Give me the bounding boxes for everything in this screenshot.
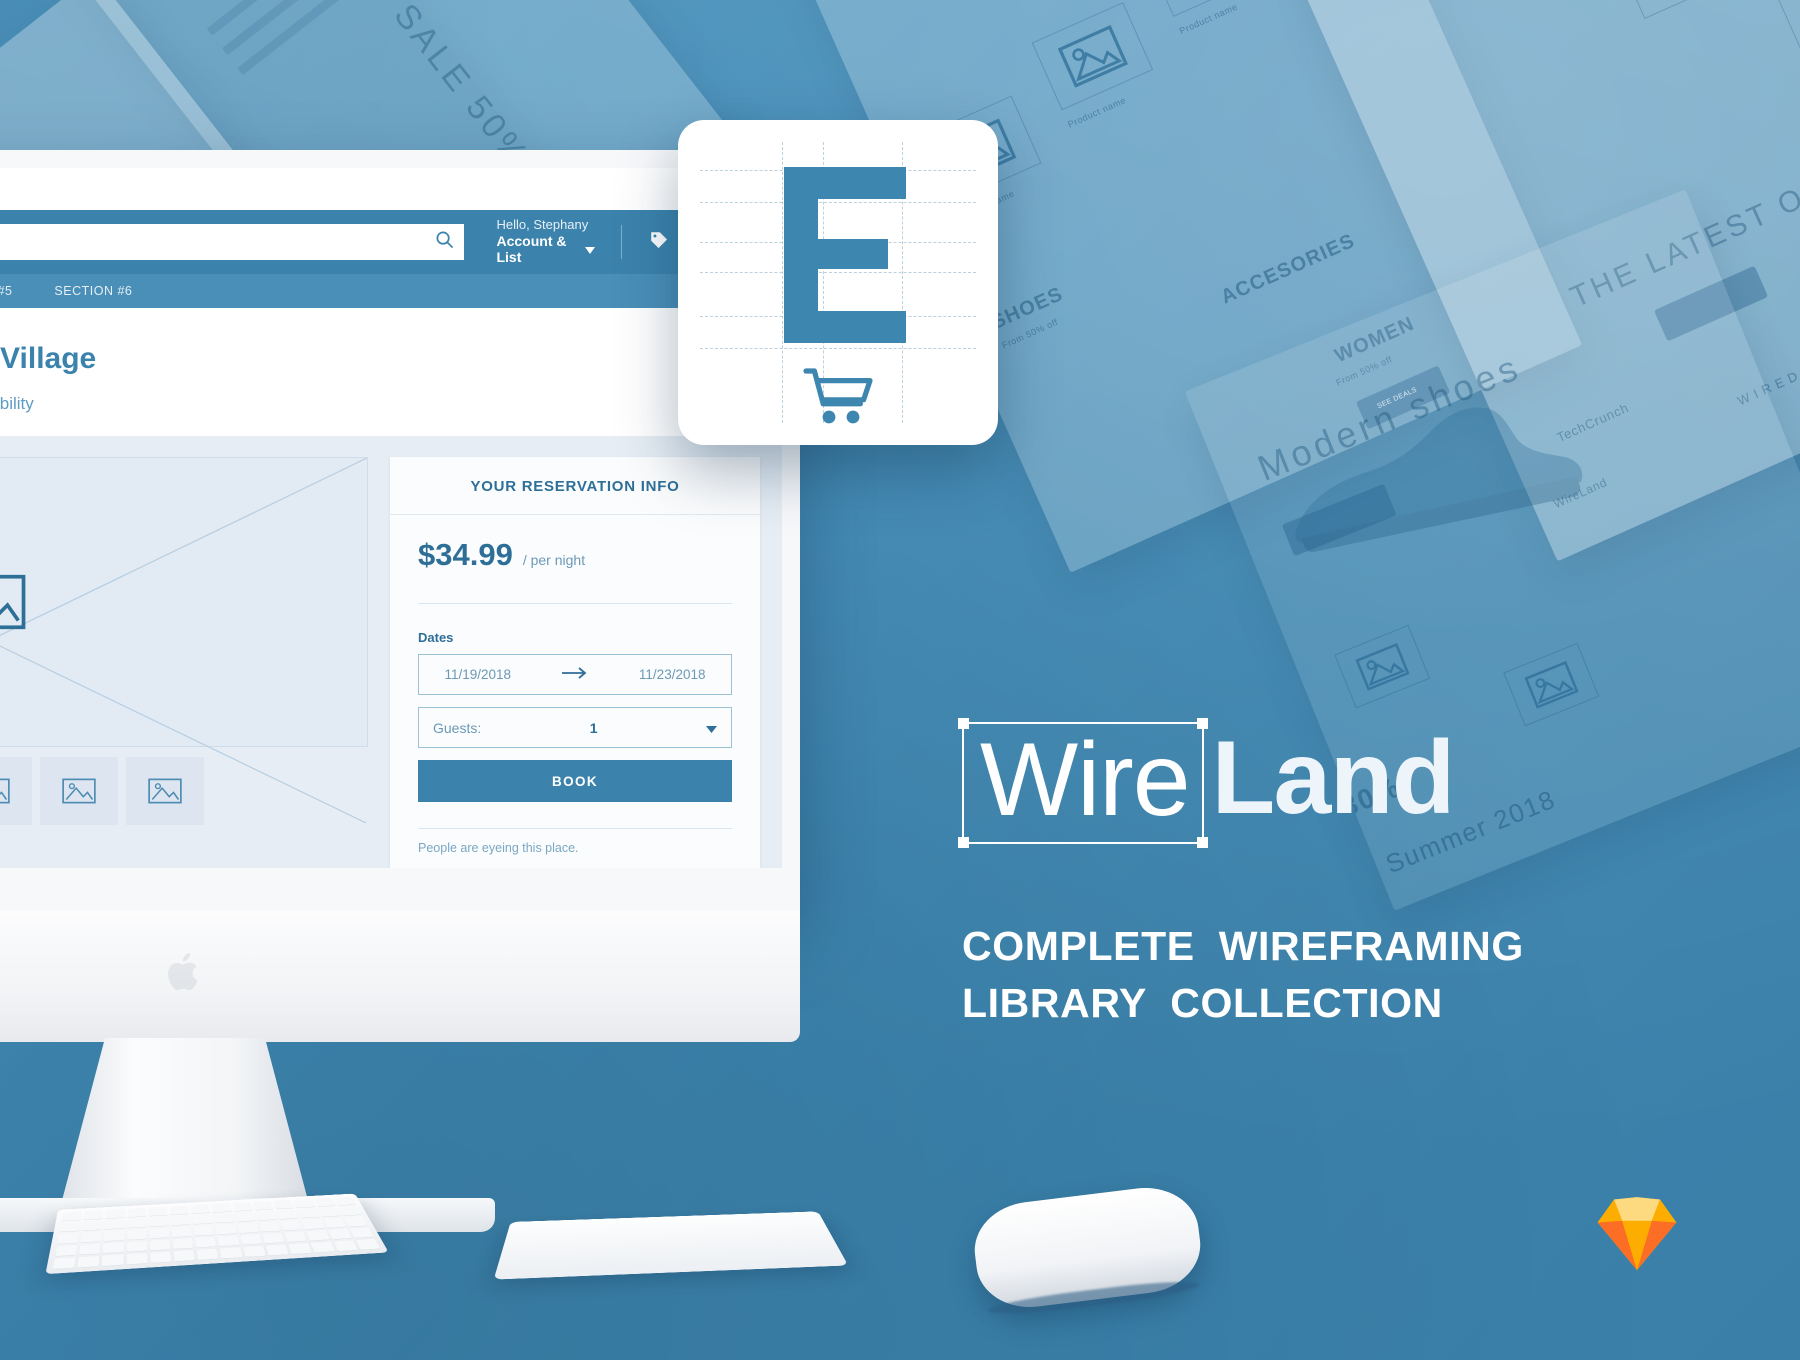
tagline-line-2: LIBRARY COLLECTION: [962, 979, 1443, 1026]
letter-e-glyph: [784, 167, 906, 343]
magic-trackpad: [493, 1211, 849, 1280]
date-end[interactable]: 11/23/2018: [639, 667, 706, 682]
account-menu[interactable]: Hello, Stephany Account & List: [496, 217, 596, 265]
apple-logo-icon: [168, 952, 198, 991]
book-button[interactable]: BOOK: [418, 760, 732, 802]
selection-handle-bottom-right: [1196, 837, 1208, 848]
chevron-down-icon[interactable]: [585, 241, 596, 257]
date-start[interactable]: 11/19/2018: [444, 667, 511, 682]
listing-tabs: Reviews Location Avalabili: [0, 382, 782, 437]
selection-handle-top-right: [1196, 718, 1208, 729]
imac-stand-neck: [60, 1038, 310, 1208]
note-line-1: People are eyeing this place.: [418, 841, 579, 855]
tab-availability-label: Avalability: [0, 394, 34, 413]
greeting-text: Hello, Stephany: [496, 217, 589, 233]
imac-screen: Hello, Stephany Account & List 5 SECTION…: [0, 168, 782, 868]
website-mockup: Hello, Stephany Account & List 5 SECTION…: [0, 168, 782, 868]
site-section-nav: ION #2 SECTION #3 SECTION #4 SECTION #5 …: [0, 274, 782, 308]
guests-value: 1: [589, 719, 598, 736]
nav-item-3[interactable]: SECTION #5: [0, 284, 12, 298]
logo-wire-text: Wire: [980, 722, 1191, 838]
divider-2: [418, 828, 732, 829]
site-header: Hello, Stephany Account & List: [0, 210, 782, 274]
page-title: ung in Punta Cana -Serena Village: [0, 342, 97, 375]
tagline: COMPLETE WIREFRAMING LIBRARY COLLECTION: [962, 918, 1524, 1031]
hero-image-placeholder[interactable]: [0, 457, 368, 824]
tab-availability[interactable]: Avalability: [0, 392, 34, 416]
poster-canvas: SALE 50% OFF Product name $89.11 Product…: [0, 0, 1800, 1360]
reservation-body: $34.99 / per night Dates 11/19/2018 11/2…: [390, 515, 760, 868]
account-list-label[interactable]: Account & List: [496, 233, 596, 265]
selection-handle-bottom-left: [958, 837, 969, 848]
tag-icon[interactable]: [648, 229, 670, 256]
logo-land-text: Land: [1211, 720, 1456, 836]
browser-top-strip: [0, 168, 782, 210]
logo-row: Wire Land: [958, 718, 1456, 848]
search-input[interactable]: [0, 224, 465, 260]
listing-body: YOUR RESERVATION INFO $34.99 / per night…: [0, 437, 782, 868]
dates-label: Dates: [418, 630, 454, 645]
brand-logotype: Wire Land: [958, 718, 1456, 848]
price-row: $34.99 / per night: [418, 537, 732, 603]
bg-text-accesories: ACCESORIES: [1217, 229, 1359, 309]
guests-label: Guests:: [433, 719, 482, 736]
selection-handle-top-left: [958, 718, 969, 729]
arrow-right-icon: [561, 667, 588, 682]
date-range-picker[interactable]: 11/19/2018 11/23/2018: [418, 654, 732, 695]
price-unit: / per night: [522, 552, 586, 568]
reservation-note: People are eyeing this place. 10 others …: [418, 828, 732, 868]
guests-select[interactable]: Guests: 1: [418, 707, 732, 748]
wire-selection-frame: Wire: [958, 718, 1208, 848]
sketch-logo: [1597, 1197, 1677, 1271]
search-icon[interactable]: [435, 230, 454, 254]
app-icon-card: [678, 120, 998, 445]
reservation-title: YOUR RESERVATION INFO: [390, 457, 760, 515]
price-amount: $34.99: [418, 537, 513, 572]
note-line-2: 10 others are looking at it for these da…: [418, 867, 732, 868]
caret-down-icon[interactable]: [705, 720, 717, 736]
nav-item-4[interactable]: SECTION #6: [54, 284, 132, 298]
magic-mouse: [969, 1181, 1206, 1314]
shopping-cart-icon: [803, 368, 873, 424]
image-gallery: [0, 457, 368, 868]
reservation-card: YOUR RESERVATION INFO $34.99 / per night…: [390, 457, 760, 868]
imac-chin: [0, 910, 800, 1042]
header-divider: [621, 225, 622, 259]
divider-1: [418, 603, 732, 604]
tagline-line-1: COMPLETE WIREFRAMING: [962, 923, 1524, 969]
